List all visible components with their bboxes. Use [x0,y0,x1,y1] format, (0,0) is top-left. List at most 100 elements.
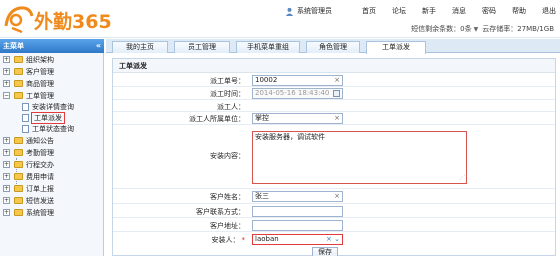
sidebar-item[interactable]: + 考勤管理 [3,147,54,158]
folder-icon [14,173,23,180]
expand-icon[interactable]: + [3,209,10,216]
expand-icon[interactable]: + [3,161,10,168]
chevron-down-icon[interactable]: ▼ [474,26,479,33]
tab[interactable]: 手机菜单重组 [236,41,300,53]
tab-label: 工单派发 [382,43,410,51]
sidebar-item-label: 客户管理 [26,67,54,76]
folder-icon [14,92,23,99]
sidebar-item-label: 系统管理 [26,208,54,217]
chevron-down-icon[interactable]: × ⌄ [326,235,340,244]
tab-label: 员工管理 [188,43,216,51]
sidebar-item-label: 组织架构 [26,55,54,64]
nav-home[interactable]: 首页 [362,6,376,16]
sidebar-item[interactable]: 工单状态查询 [22,123,74,134]
sidebar-item[interactable]: + 行程交办 [3,159,54,170]
time-input[interactable]: 2014-05-16 18:43:40 [252,88,343,99]
dept-input[interactable]: 掌控 × [252,113,343,124]
admin-name: 系统管理员 [297,7,332,15]
expand-icon[interactable]: + [3,185,10,192]
expand-icon[interactable]: + [3,68,10,75]
tab[interactable]: 员工管理 [174,41,230,53]
expand-icon[interactable]: + [3,80,10,87]
row-contact: 客户联系方式： [113,204,555,218]
content-label: 安装内容： [210,152,245,160]
storage-usage: 云存储率：27MB/1GB [482,25,554,33]
nav-messages[interactable]: 消息 [452,6,466,16]
expand-icon[interactable]: + [3,197,10,204]
save-button[interactable]: 保存 [312,247,338,256]
sidebar-item[interactable]: − 工单管理 [3,90,54,101]
expand-icon[interactable]: + [3,137,10,144]
tab-strip: 我的主页 员工管理 手机菜单重组 角色管理 工单派发 [106,39,560,54]
row-content: 安装内容： 安装服务器，调试软件 ⋰ [113,125,555,189]
folder-icon [14,68,23,75]
folder-icon [14,137,23,144]
sidebar-item[interactable]: 安装详情查询 [22,101,74,112]
row-dept: 派工人所属单位： 掌控 × [113,112,555,125]
folder-icon [14,149,23,156]
sidebar-item-label: 短信发送 [26,196,54,205]
tab[interactable]: 我的主页 [112,41,168,53]
sidebar-item-label: 订单上报 [26,184,54,193]
sidebar-item[interactable]: + 组织架构 [3,54,54,65]
order-no-value: 10002 [255,76,278,84]
collapse-icon[interactable]: − [3,92,10,99]
installer-select[interactable]: laoban × ⌄ [252,234,343,245]
folder-icon [14,80,23,87]
folder-icon [14,185,23,192]
sidebar-item[interactable]: + 客户管理 [3,66,54,77]
sidebar-item[interactable]: + 系统管理 [3,207,54,218]
nav-help[interactable]: 帮助 [512,6,526,16]
sidebar-item[interactable]: + 商品管理 [3,78,54,89]
sidebar-item-label: 工单状态查询 [32,124,74,133]
document-icon [22,124,29,133]
sidebar-item[interactable]: + 订单上报 [3,183,54,194]
customer-input[interactable]: 张三 × [252,191,343,202]
sms-remaining: 短信剩余条数：0条 [411,25,472,33]
content-value: 安装服务器，调试软件 [255,133,325,141]
sidebar-title: 主菜单 [3,42,24,50]
tab[interactable]: 工单派发 [366,41,426,54]
document-icon [22,113,29,122]
sidebar-item[interactable]: + 费用申请 [3,171,54,182]
nav-logout[interactable]: 退出 [542,6,556,16]
nav-password[interactable]: 密码 [482,6,496,16]
folder-icon [14,56,23,63]
calendar-icon[interactable] [333,90,340,97]
row-installer: 安装人： * laoban × ⌄ [113,232,555,247]
sidebar-item-label: 费用申请 [26,172,54,181]
contact-input[interactable] [252,206,343,217]
expand-icon[interactable]: + [3,149,10,156]
sidebar-item[interactable]: + 短信发送 [3,195,54,206]
tab[interactable]: 角色管理 [306,41,360,53]
row-dispatcher: 派工人： [113,100,555,112]
order-no-label: 派工单号： [210,77,245,85]
clear-icon[interactable]: × [334,192,340,201]
dispatcher-label: 派工人： [217,103,245,111]
sidebar-item-label: 行程交办 [26,160,54,169]
sidebar-item[interactable]: + 通知公告 [3,135,54,146]
sidebar-item-label: 工单管理 [26,91,54,100]
app-header: 外勤365 系统管理员 首页 论坛 新手 消息 密码 帮助 退出 短信剩余条数：… [0,0,560,38]
order-no-input[interactable]: 10002 × [252,75,343,86]
expand-icon[interactable]: + [3,173,10,180]
sidebar-item[interactable]: 工单派发 [22,111,65,124]
tab-label: 我的主页 [126,43,154,51]
collapse-sidebar-icon[interactable]: « [96,39,101,53]
folder-icon [14,197,23,204]
tab-label: 手机菜单重组 [247,43,289,51]
resize-grip-icon[interactable]: ⋰ [459,173,465,182]
sidebar-item-label: 商品管理 [26,79,54,88]
nav-newbie[interactable]: 新手 [422,6,436,16]
admin-user: 系统管理员 [285,6,332,16]
address-input[interactable] [252,220,343,231]
clear-icon[interactable]: × [334,76,340,85]
row-order-no: 派工单号： 10002 × [113,74,555,87]
clear-icon[interactable]: × [334,114,340,123]
expand-icon[interactable]: + [3,56,10,63]
content-textarea[interactable]: 安装服务器，调试软件 ⋰ [252,131,467,184]
nav-forum[interactable]: 论坛 [392,6,406,16]
customer-value: 张三 [255,192,269,200]
row-address: 客户地址： [113,218,555,232]
installer-label: 安装人： [211,236,240,244]
